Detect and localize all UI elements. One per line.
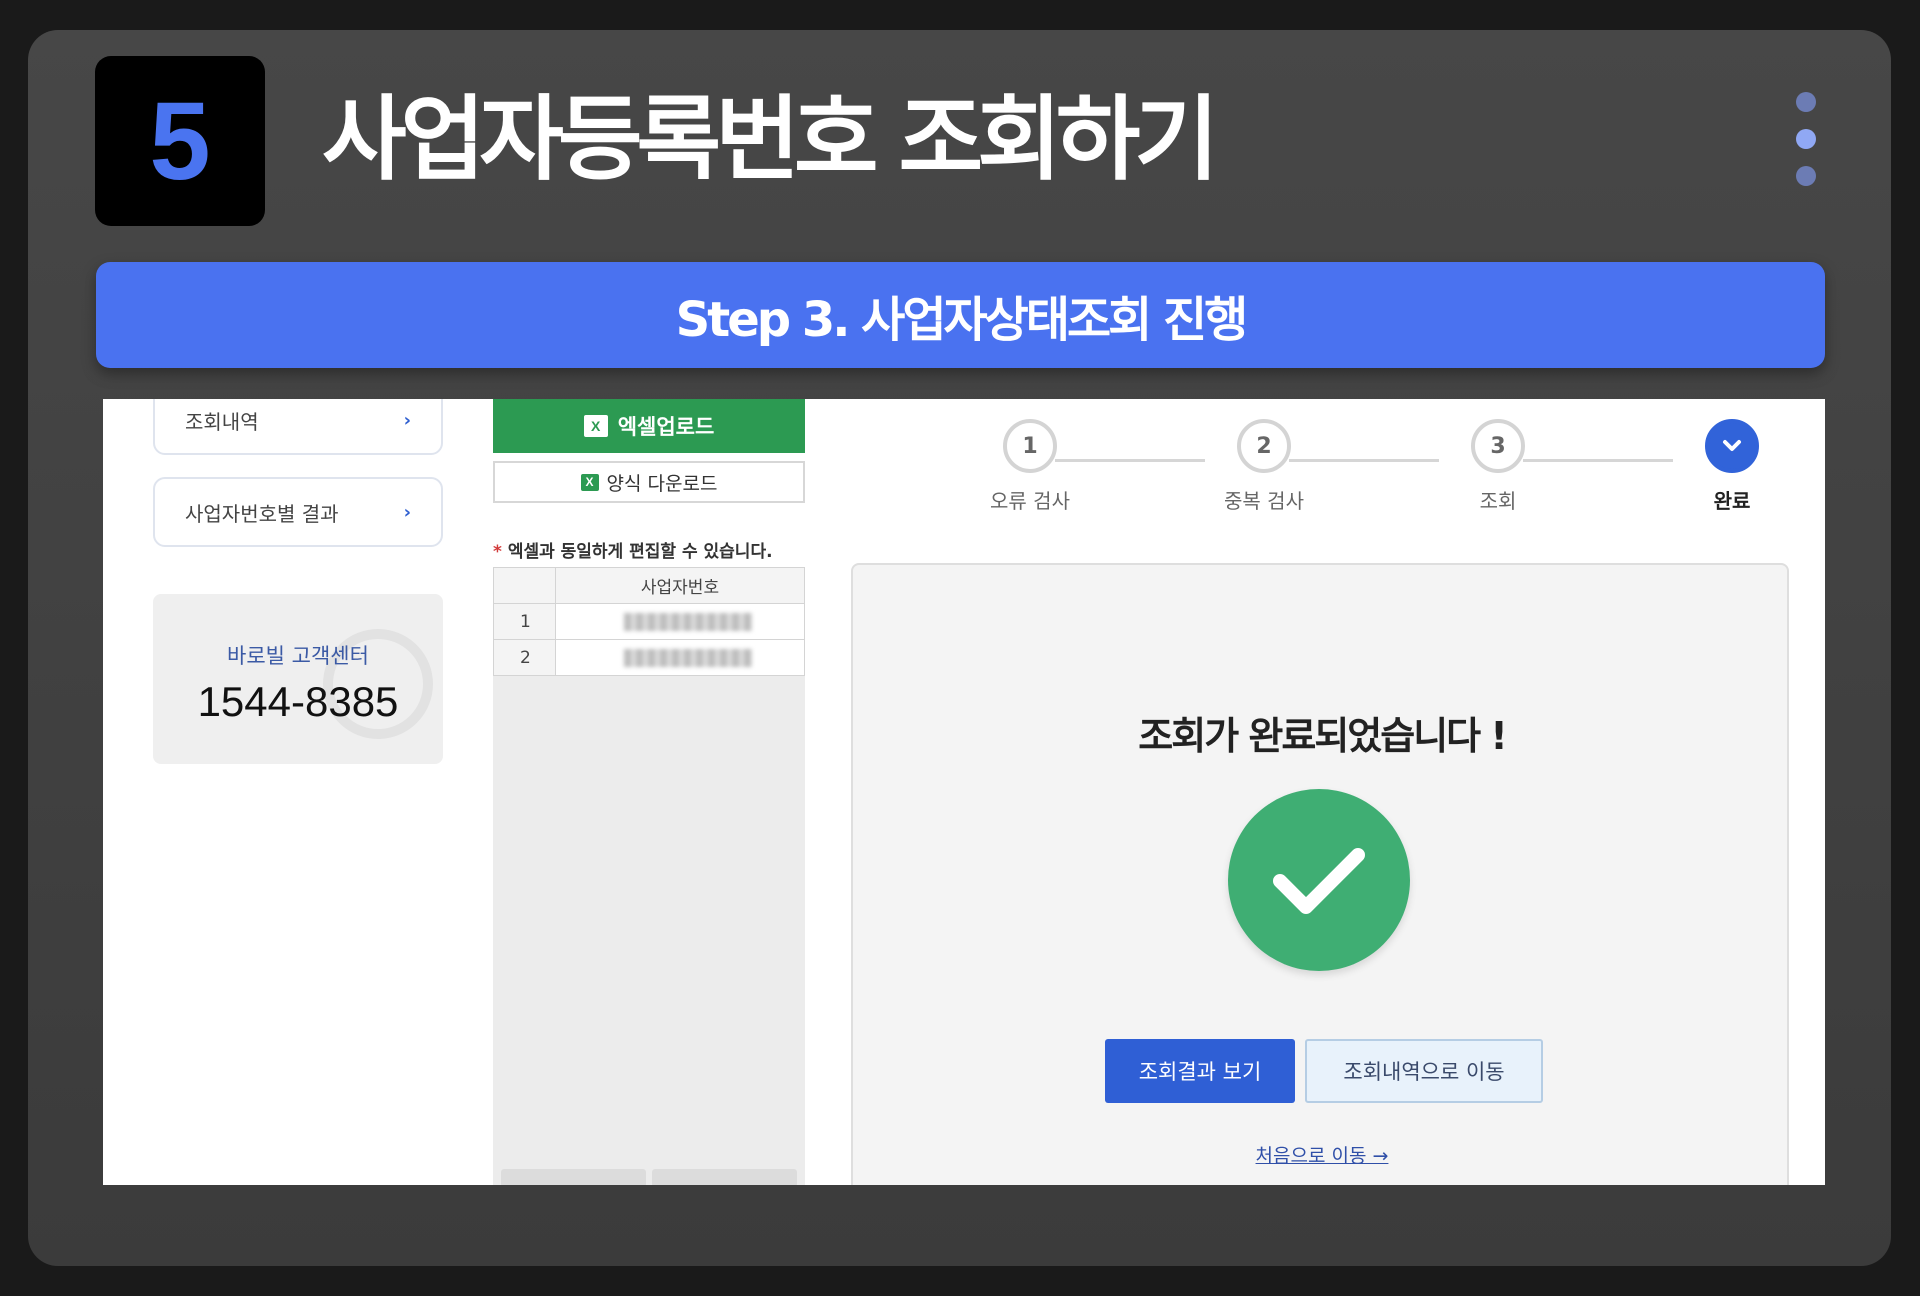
edit-note: * 엑셀과 동일하게 편집할 수 있습니다. xyxy=(493,537,805,571)
pager-dot[interactable] xyxy=(1796,166,1816,186)
excel-icon: X xyxy=(580,473,599,491)
support-center-box: 바로빌 고객센터 1544-8385 xyxy=(153,594,443,764)
index-header xyxy=(493,567,556,604)
check-icon xyxy=(1228,789,1410,971)
business-number-cell[interactable] xyxy=(555,603,805,640)
go-to-history-button[interactable]: 조회내역으로 이동 xyxy=(1305,1039,1543,1103)
form-download-label: 양식 다운로드 xyxy=(606,472,718,495)
table-row[interactable]: 1 xyxy=(493,603,805,640)
completion-message: 조회가 완료되었습니다 ! xyxy=(1138,714,1507,758)
upload-column: X 엑셀업로드 X 양식 다운로드 * 엑셀과 동일하게 편집할 수 있습니다.… xyxy=(493,399,805,1185)
redacted-value xyxy=(624,648,752,667)
step-lookup: 3 조회 xyxy=(1438,419,1558,514)
grid-footer-button[interactable] xyxy=(501,1169,646,1185)
pager-dots xyxy=(1796,92,1818,203)
step-circle: 2 xyxy=(1237,419,1291,473)
column-header-business-number: 사업자번호 xyxy=(555,567,805,604)
required-star: * xyxy=(493,542,502,562)
step-duplicate-check: 2 중복 검사 xyxy=(1204,419,1324,514)
step-circle: 3 xyxy=(1471,419,1525,473)
business-number-table: 사업자번호 1 2 xyxy=(493,567,805,676)
pager-dot[interactable] xyxy=(1796,92,1816,112)
edit-note-text: 엑셀과 동일하게 편집할 수 있습니다. xyxy=(507,542,773,562)
table-row[interactable]: 2 xyxy=(493,639,805,676)
grid-footer-buttons xyxy=(493,1163,805,1185)
chevron-right-icon: › xyxy=(403,409,411,431)
step-label: 오류 검사 xyxy=(990,489,1070,513)
sidebar-item-history[interactable]: 조회내역 › xyxy=(153,399,443,455)
grid-footer-button[interactable] xyxy=(652,1169,797,1185)
excel-upload-button[interactable]: X 엑셀업로드 xyxy=(493,399,805,453)
business-number-cell[interactable] xyxy=(555,639,805,676)
step-label: 조회 xyxy=(1479,489,1517,513)
redacted-value xyxy=(624,612,752,631)
step-label: 완료 xyxy=(1713,489,1751,513)
row-index: 1 xyxy=(493,603,556,640)
support-label: 바로빌 고객센터 xyxy=(227,644,369,668)
support-phone: 1544-8385 xyxy=(197,678,399,725)
step-complete: 완료 xyxy=(1672,419,1792,514)
result-panel: 조회가 완료되었습니다 ! 조회결과 보기 조회내역으로 이동 처음으로 이동 … xyxy=(851,563,1789,1185)
pager-dot-active[interactable] xyxy=(1796,129,1816,149)
sidebar-item-label: 조회내역 xyxy=(185,409,259,434)
business-number-grid: 사업자번호 1 2 xyxy=(493,567,805,1185)
progress-steps: 1 오류 검사 2 중복 검사 3 조회 완료 xyxy=(963,419,1803,519)
chevron-right-icon: › xyxy=(403,501,411,523)
sidebar-item-label: 사업자번호별 결과 xyxy=(185,501,339,526)
view-results-button[interactable]: 조회결과 보기 xyxy=(1105,1039,1295,1103)
step-banner: Step 3. 사업자상태조회 진행 xyxy=(96,262,1825,368)
step-error-check: 1 오류 검사 xyxy=(970,419,1090,514)
sidebar-item-results-by-number[interactable]: 사업자번호별 결과 › xyxy=(153,477,443,547)
step-number-badge: 5 xyxy=(95,56,265,226)
page-title: 사업자등록번호 조회하기 xyxy=(322,86,1219,193)
excel-icon: X xyxy=(583,415,608,437)
table-header-row: 사업자번호 xyxy=(493,567,805,604)
row-index: 2 xyxy=(493,639,556,676)
step-circle: 1 xyxy=(1003,419,1057,473)
chevron-down-icon xyxy=(1705,419,1759,473)
back-to-start-link[interactable]: 처음으로 이동 → xyxy=(853,1141,1791,1168)
step-label: 중복 검사 xyxy=(1224,489,1304,513)
excel-upload-label: 엑셀업로드 xyxy=(617,415,715,439)
form-download-button[interactable]: X 양식 다운로드 xyxy=(493,461,805,503)
screenshot-area: 조회내역 › 사업자번호별 결과 › 바로빌 고객센터 1544-8385 X … xyxy=(103,399,1825,1185)
